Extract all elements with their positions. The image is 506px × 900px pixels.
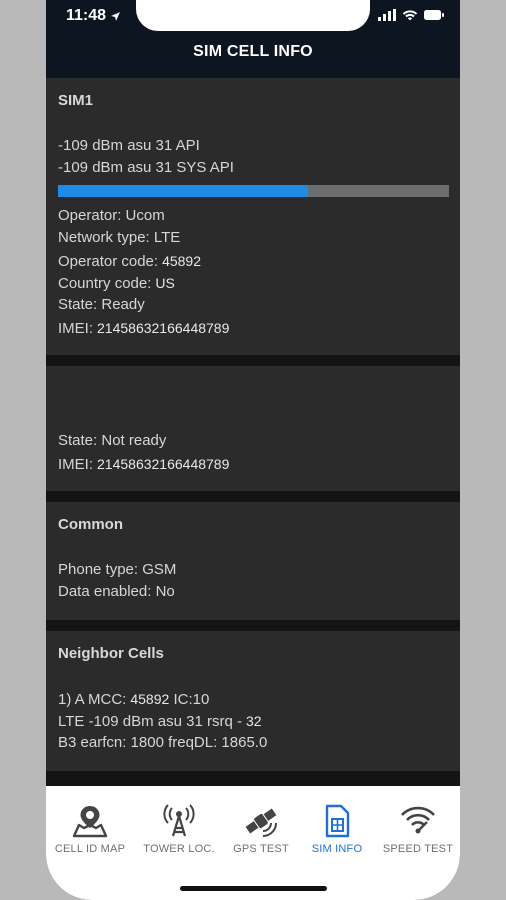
country-code-row: Country code: US (58, 272, 449, 294)
bottom-nav: CELL ID MAP TOWER LOC. GPS TEST SIM INFO… (46, 786, 460, 900)
satellite-icon (245, 808, 277, 837)
nav-label-gps-test: GPS TEST (233, 843, 289, 855)
content-scroll-area[interactable]: SIM1 -109 dBm asu 31 API -109 dBm asu 31… (46, 78, 460, 786)
common-section: Common Phone type: GSM Data enabled: No (46, 501, 460, 620)
neighbor-line-1: 1) A MCC: 45892 IC:10 (58, 688, 449, 710)
nav-gps-test[interactable]: GPS TEST (220, 804, 302, 855)
signal-strength-fill (58, 184, 309, 197)
nav-sim-info[interactable]: SIM INFO (296, 804, 378, 855)
signal-sys-api-text: -109 dBm asu 31 SYS API (58, 159, 234, 177)
sim1-imei-row: IMEI: 21458632166448789 (58, 317, 449, 339)
map-pin-icon (72, 806, 108, 838)
neighbor-2-value: 32 (245, 713, 262, 730)
common-title: Common (58, 515, 123, 533)
nav-speed-test[interactable]: SPEED TEST (377, 804, 459, 855)
cellular-signal-icon (378, 9, 396, 21)
wifi-speed-icon (401, 806, 435, 834)
nav-label-speed-test: SPEED TEST (382, 843, 454, 855)
neighbor-line-2: LTE -109 dBm asu 31 rsrq -32 (58, 710, 449, 732)
sim2-imei-row: IMEI: 21458632166448789 (58, 453, 449, 475)
signal-strength-bar (58, 184, 449, 197)
nav-label-tower-loc: TOWER LOC. (143, 843, 215, 855)
neighbor-1-prefix: 1) A MCC: (58, 690, 127, 708)
sim2-state-text: State: Not ready (58, 432, 167, 450)
neighbor-cells-title: Neighbor Cells (58, 644, 164, 662)
phone-screen: 11:48 SIM CELL INFO SIM1 -109 dBm asu 31… (46, 0, 460, 900)
neighbor-2-prefix: LTE -109 dBm asu 31 rsrq - (58, 713, 242, 731)
sim1-imei-value: 21458632166448789 (97, 319, 230, 336)
tower-icon (163, 804, 195, 837)
nav-label-sim-info: SIM INFO (311, 843, 363, 855)
status-time: 11:48 (66, 7, 121, 25)
phone-type-text: Phone type: GSM (58, 560, 177, 578)
home-indicator (180, 886, 327, 891)
page-title: SIM CELL INFO (193, 43, 313, 60)
sim1-imei-label: IMEI: (58, 319, 94, 337)
nav-cell-id-map[interactable]: CELL ID MAP (49, 804, 131, 855)
status-time-text: 11:48 (66, 7, 107, 24)
country-code-value: US (155, 274, 175, 291)
signal-api-text: -109 dBm asu 31 API (58, 137, 200, 154)
location-arrow-icon (111, 11, 120, 21)
sim-card-icon (325, 804, 350, 838)
neighbor-1-mcc: 45892 (130, 690, 170, 707)
nav-tower-loc[interactable]: TOWER LOC. (138, 804, 220, 855)
data-enabled-text: Data enabled: No (58, 583, 175, 601)
sim2-imei-value: 21458632166448789 (97, 455, 230, 472)
network-type-text: Network type: LTE (58, 229, 181, 247)
nav-label-cell-id-map: CELL ID MAP (54, 843, 126, 855)
sim1-state-text: State: Ready (58, 296, 145, 314)
notch (136, 0, 370, 31)
neighbor-1-suffix: IC:10 (169, 690, 210, 708)
status-icons (378, 9, 444, 21)
sim1-section: SIM1 -109 dBm asu 31 API -109 dBm asu 31… (46, 78, 460, 356)
wifi-icon (402, 10, 418, 21)
operator-text: Operator: Ucom (58, 206, 165, 224)
country-code-label: Country code: (58, 274, 152, 292)
battery-icon (424, 10, 444, 20)
operator-code-row: Operator code: 45892 (58, 250, 449, 272)
operator-code-label: Operator code: (58, 252, 159, 270)
operator-code-value: 45892 (162, 252, 201, 269)
neighbor-line-3: B3 earfcn: 1800 freqDL: 1865.0 (58, 734, 268, 752)
sim1-title: SIM1 (58, 92, 94, 109)
sim2-imei-label: IMEI: (58, 455, 94, 473)
neighbor-cells-section: Neighbor Cells 1) A MCC: 45892 IC:10 LTE … (46, 630, 460, 771)
app-header: 11:48 SIM CELL INFO (46, 0, 460, 78)
sim2-section: State: Not ready IMEI: 21458632166448789 (46, 366, 460, 491)
